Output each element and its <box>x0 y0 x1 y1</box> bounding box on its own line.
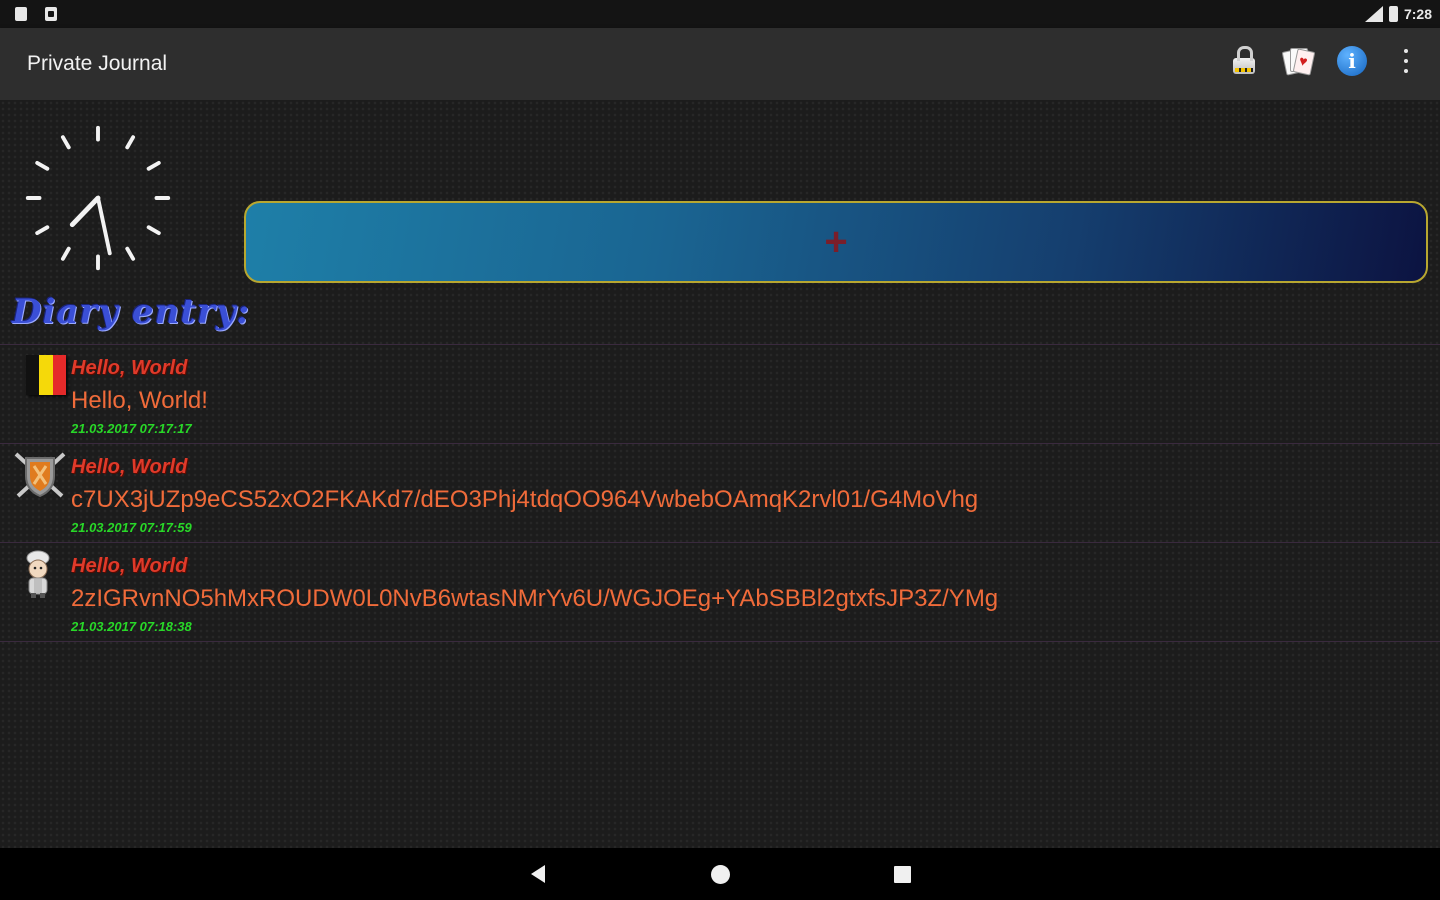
home-icon[interactable] <box>708 862 732 886</box>
diary-entry[interactable]: Hello, World Hello, World! 21.03.2017 07… <box>0 344 1440 440</box>
entry-body: c7UX3jUZp9eCS52xO2FKAKd7/dEO3Phj4tdqOO96… <box>71 486 979 513</box>
navigation-bar <box>0 848 1440 900</box>
signal-icon <box>1364 6 1383 22</box>
clock-minute-hand <box>96 196 112 256</box>
entry-title: Hello, World <box>71 357 188 379</box>
cards-button[interactable] <box>1281 44 1316 78</box>
clock-icon <box>25 125 171 271</box>
overflow-menu-icon <box>1401 49 1411 73</box>
app-title: Private Journal <box>27 52 168 75</box>
status-icons: 7:28 <box>1364 5 1432 23</box>
clock-hour-hand <box>69 195 101 228</box>
recents-icon[interactable] <box>890 862 914 886</box>
sd-card-icon <box>15 7 27 21</box>
belgium-flag-icon <box>12 351 68 401</box>
diary-entry[interactable]: Hello, World 2zIGRvnNO5hMxROUDW0L0NvB6wt… <box>0 542 1440 638</box>
entry-title: Hello, World <box>71 456 188 478</box>
diary-entry[interactable]: Hello, World c7UX3jUZp9eCS52xO2FKAKd7/dE… <box>0 443 1440 539</box>
chef-character-icon <box>26 550 50 598</box>
entry-date: 21.03.2017 07:17:59 <box>71 520 192 535</box>
cards-icon <box>1281 45 1316 77</box>
shield-swords-icon <box>14 452 66 498</box>
app-actions: i <box>1228 44 1422 78</box>
clock-tick <box>146 225 161 236</box>
lock-icon <box>1233 46 1255 74</box>
entry-date: 21.03.2017 07:17:17 <box>71 421 192 436</box>
clock-tick <box>60 246 71 261</box>
clock-tick <box>60 135 71 150</box>
clock-tick <box>125 135 136 150</box>
add-entry-button[interactable]: + <box>244 201 1428 283</box>
clock-tick <box>125 246 136 261</box>
list-divider <box>0 641 1440 642</box>
clock-tick <box>146 160 161 171</box>
plus-icon: + <box>824 220 848 264</box>
clock-tick <box>35 160 50 171</box>
screenshot-icon <box>45 7 57 21</box>
entry-title: Hello, World <box>71 555 188 577</box>
info-icon: i <box>1337 46 1367 76</box>
status-time: 7:28 <box>1403 6 1432 22</box>
entry-body: 2zIGRvnNO5hMxROUDW0L0NvB6wtasNMrYv6U/WGJ… <box>71 585 999 612</box>
info-button[interactable]: i <box>1336 44 1368 78</box>
diary-heading: Diary entry: <box>12 292 251 332</box>
lock-button[interactable] <box>1228 44 1260 78</box>
status-bar: 7:28 <box>0 0 1440 28</box>
overflow-menu-button[interactable] <box>1390 44 1422 78</box>
back-icon[interactable] <box>526 862 550 886</box>
journal-content: + Diary entry: Hello, World Hello, World… <box>0 100 1440 848</box>
clock-tick <box>35 225 50 236</box>
entry-date: 21.03.2017 07:18:38 <box>71 619 192 634</box>
app-bar: Private Journal i <box>0 28 1440 100</box>
battery-icon <box>1388 6 1398 22</box>
entry-body: Hello, World! <box>71 387 208 414</box>
